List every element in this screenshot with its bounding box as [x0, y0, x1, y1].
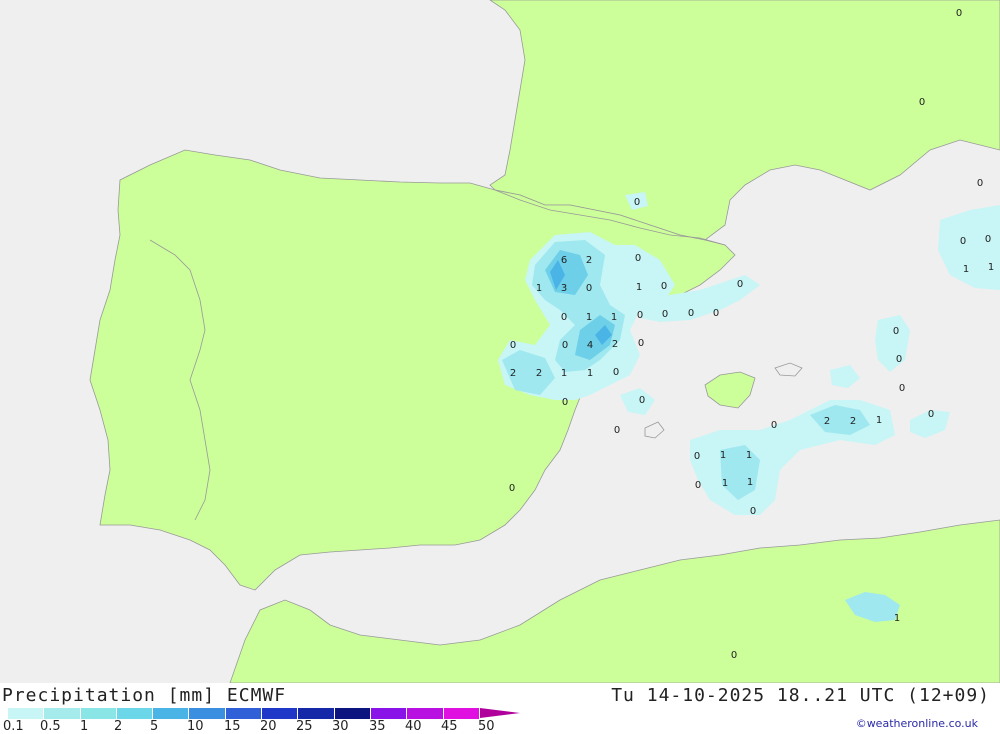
- legend-labels: 0.1 0.5 1 2 5 10 15 20 25 30 35 40 45 50: [0, 719, 520, 734]
- value-label: 1: [876, 415, 882, 426]
- value-label: 6: [561, 255, 567, 266]
- valid-time: Tu 14-10-2025 18..21 UTC (12+09): [611, 685, 990, 706]
- legend-swatch: [80, 708, 117, 719]
- legend-arrow-tip: [480, 708, 520, 718]
- value-label: 0: [661, 281, 667, 292]
- value-label: 0: [899, 383, 905, 394]
- value-label: 2: [510, 368, 516, 379]
- legend-swatch: [225, 708, 263, 719]
- legend-label: 10: [187, 719, 204, 734]
- value-label: 0: [662, 309, 668, 320]
- legend-label: 20: [260, 719, 277, 734]
- value-label: 0: [896, 354, 902, 365]
- value-label: 0: [956, 8, 962, 19]
- value-label: 1: [720, 450, 726, 461]
- value-label: 0: [737, 279, 743, 290]
- legend-swatch: [8, 708, 45, 719]
- value-label: 0: [562, 397, 568, 408]
- value-label: 0: [638, 338, 644, 349]
- value-label: 2: [824, 416, 830, 427]
- value-label: 0: [613, 367, 619, 378]
- value-label: 0: [509, 483, 515, 494]
- value-label: 1: [894, 613, 900, 624]
- legend-label: 40: [405, 719, 422, 734]
- legend-swatch: [407, 708, 444, 719]
- legend-swatch: [370, 708, 408, 719]
- legend-label: 0.5: [40, 719, 61, 734]
- value-label: 0: [510, 340, 516, 351]
- value-label: 0: [639, 395, 645, 406]
- value-label: 0: [586, 283, 592, 294]
- legend-swatch: [443, 708, 480, 719]
- value-label: 0: [694, 451, 700, 462]
- value-label: 3: [561, 283, 567, 294]
- legend-swatch: [116, 708, 154, 719]
- value-label: 0: [634, 197, 640, 208]
- value-label: 0: [562, 340, 568, 351]
- value-label: 0: [688, 308, 694, 319]
- legend-label: 25: [296, 719, 313, 734]
- value-label: 0: [919, 97, 925, 108]
- value-label: 1: [536, 283, 542, 294]
- value-label: 0: [637, 310, 643, 321]
- legend-swatch: [44, 708, 81, 719]
- value-label: 2: [850, 416, 856, 427]
- legend-label: 30: [332, 719, 349, 734]
- legend-label: 2: [114, 719, 123, 734]
- value-label: 1: [586, 312, 592, 323]
- value-label: 0: [750, 506, 756, 517]
- legend-label: 50: [478, 719, 495, 734]
- legend-label: 5: [150, 719, 159, 734]
- value-label: 0: [928, 409, 934, 420]
- value-label: 1: [611, 312, 617, 323]
- value-label: 2: [586, 255, 592, 266]
- value-label: 0: [985, 234, 991, 245]
- value-label: 0: [771, 420, 777, 431]
- legend-swatch: [298, 708, 335, 719]
- legend-swatch: [153, 708, 190, 719]
- legend-swatch: [189, 708, 226, 719]
- value-label: 1: [747, 477, 753, 488]
- value-label: 0: [977, 178, 983, 189]
- value-label: 1: [963, 264, 969, 275]
- value-label: 0: [561, 312, 567, 323]
- value-label: 1: [561, 368, 567, 379]
- legend-label: 0.1: [3, 719, 24, 734]
- legend-swatch: [262, 708, 299, 719]
- value-label: 2: [536, 368, 542, 379]
- value-label: 1: [636, 282, 642, 293]
- value-label: 4: [587, 340, 593, 351]
- value-label: 1: [722, 478, 728, 489]
- value-label: 0: [893, 326, 899, 337]
- value-label: 0: [960, 236, 966, 247]
- legend-label: 1: [80, 719, 89, 734]
- value-label: 1: [988, 262, 994, 273]
- map-title: Precipitation [mm] ECMWF: [2, 685, 287, 706]
- legend-color-bar: [8, 708, 480, 719]
- value-label: 0: [695, 480, 701, 491]
- credit-link[interactable]: ©weatheronline.co.uk: [856, 717, 978, 730]
- legend-label: 15: [224, 719, 241, 734]
- precipitation-map: 0 0 0 0 0 0 1 1 6 2 0 1 3 0 1 0 0 0 1 1 …: [0, 0, 1000, 683]
- value-label: 2: [612, 339, 618, 350]
- legend-label: 35: [369, 719, 386, 734]
- legend-label: 45: [441, 719, 458, 734]
- value-label: 0: [635, 253, 641, 264]
- value-label: 0: [614, 425, 620, 436]
- legend-swatch: [334, 708, 371, 719]
- value-label: 0: [731, 650, 737, 661]
- value-label: 0: [713, 308, 719, 319]
- value-label: 1: [587, 368, 593, 379]
- value-label: 1: [746, 450, 752, 461]
- map-footer: Precipitation [mm] ECMWF Tu 14-10-2025 1…: [0, 683, 1000, 734]
